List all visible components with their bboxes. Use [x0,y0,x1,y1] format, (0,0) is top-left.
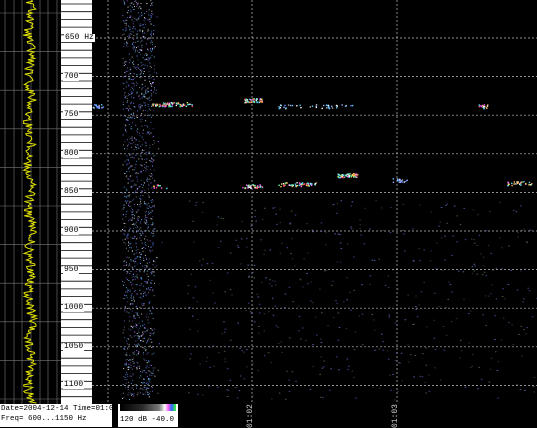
spectrogram-display[interactable] [92,0,537,404]
freq-label-800: 800 [63,150,79,158]
freq-label-850: 850 [63,188,79,196]
date-time-text: Date=2004-12-14 Time=01:04 [0,404,112,414]
time-label-0102: 01:02 [247,404,255,428]
freq-label-1000: 1000 [63,304,84,312]
freq-label-900: 900 [63,227,79,235]
freq-label-700: 700 [63,73,79,81]
oscilloscope-panel [0,0,61,404]
freq-label-1050: 1050 [63,343,84,351]
frequency-range-text: Freq= 600...1150 Hz [0,414,112,424]
freq-label-950: 950 [63,266,79,274]
freq-label-1100: 1100 [63,381,84,389]
color-scale-range: 120 dB -40.0 dB [120,416,188,424]
freq-label-750: 750 [63,111,79,119]
info-box: Date=2004-12-14 Time=01:04 Freq= 600...1… [0,404,113,427]
waveform-trace [0,0,61,404]
time-label-0103: 01:03 [392,404,400,428]
color-scale: 120 dB -40.0 dB [118,404,178,427]
frequency-labels: 650 Hz700750800850900950100010501100 [92,0,112,404]
freq-label-650: 650 Hz [64,34,95,42]
color-scale-bar [120,404,176,411]
